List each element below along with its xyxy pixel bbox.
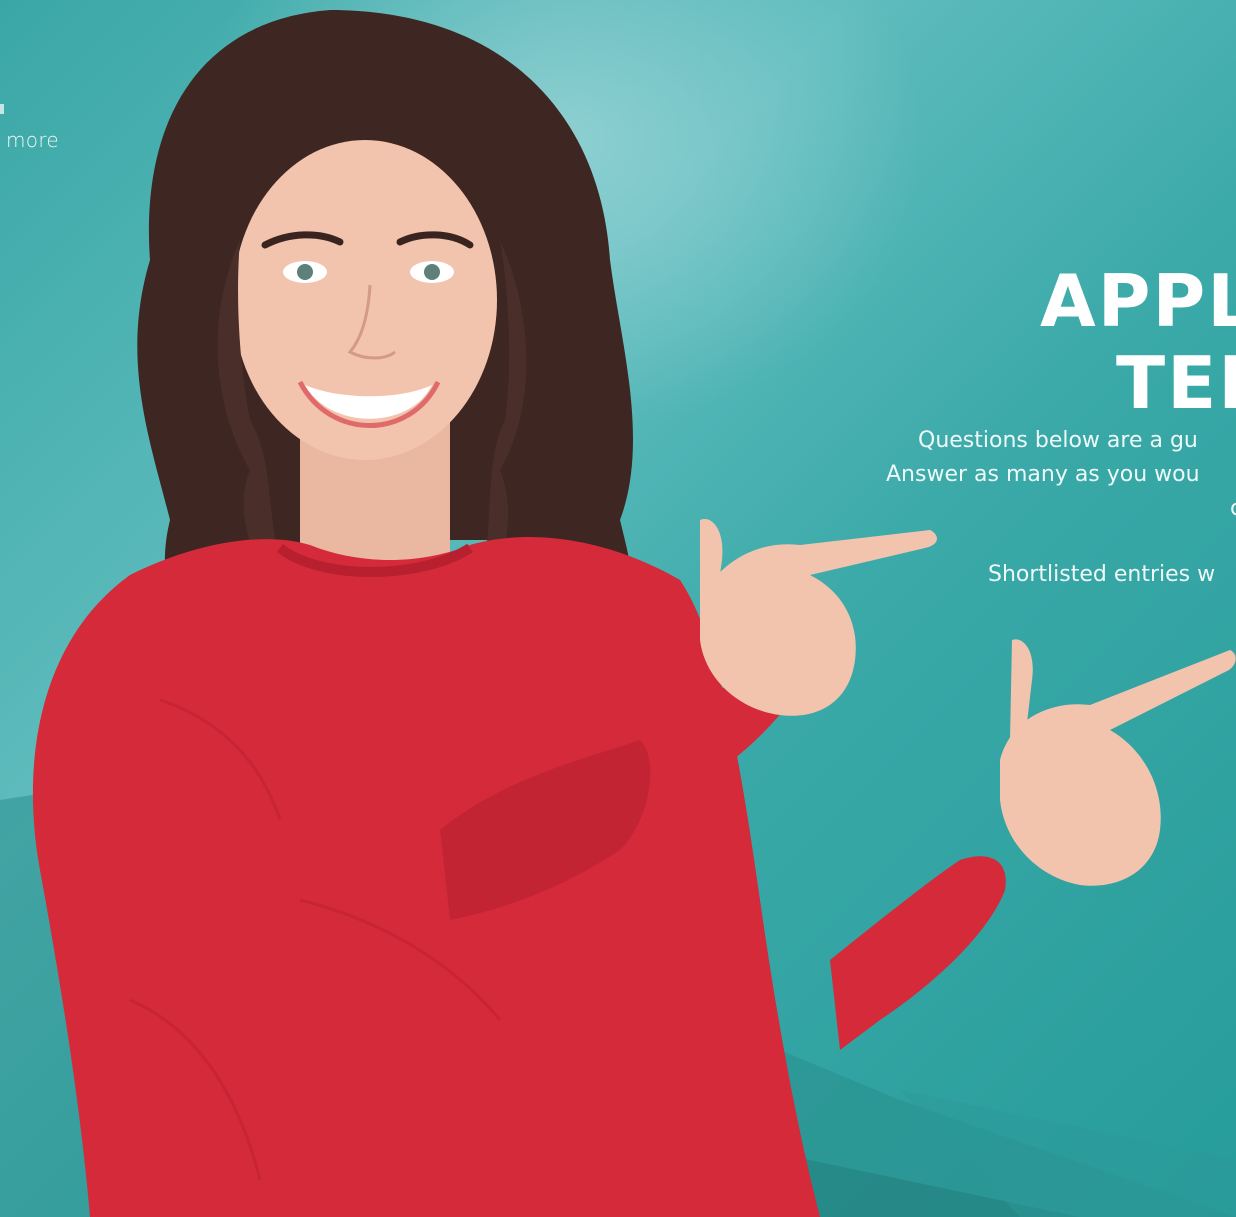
headline-line-2: TEM (1116, 341, 1236, 426)
smiling-woman-illustration (32, 10, 1236, 1217)
headline-line-1: APPL (1040, 259, 1236, 344)
hero-banner: more APPL TE Questions below are a gu An… (0, 0, 1236, 1217)
intro-line-3: c (860, 492, 1236, 526)
intro-line-1: Questions below are a gu (918, 428, 1198, 453)
page-headline: APPL TEM (1040, 260, 1236, 424)
intro-line-2: Answer as many as you wou (886, 462, 1200, 487)
intro-text: Questions below are a gu Answer as many … (860, 424, 1236, 592)
intro-line-4: Shortlisted entries w (988, 562, 1216, 587)
